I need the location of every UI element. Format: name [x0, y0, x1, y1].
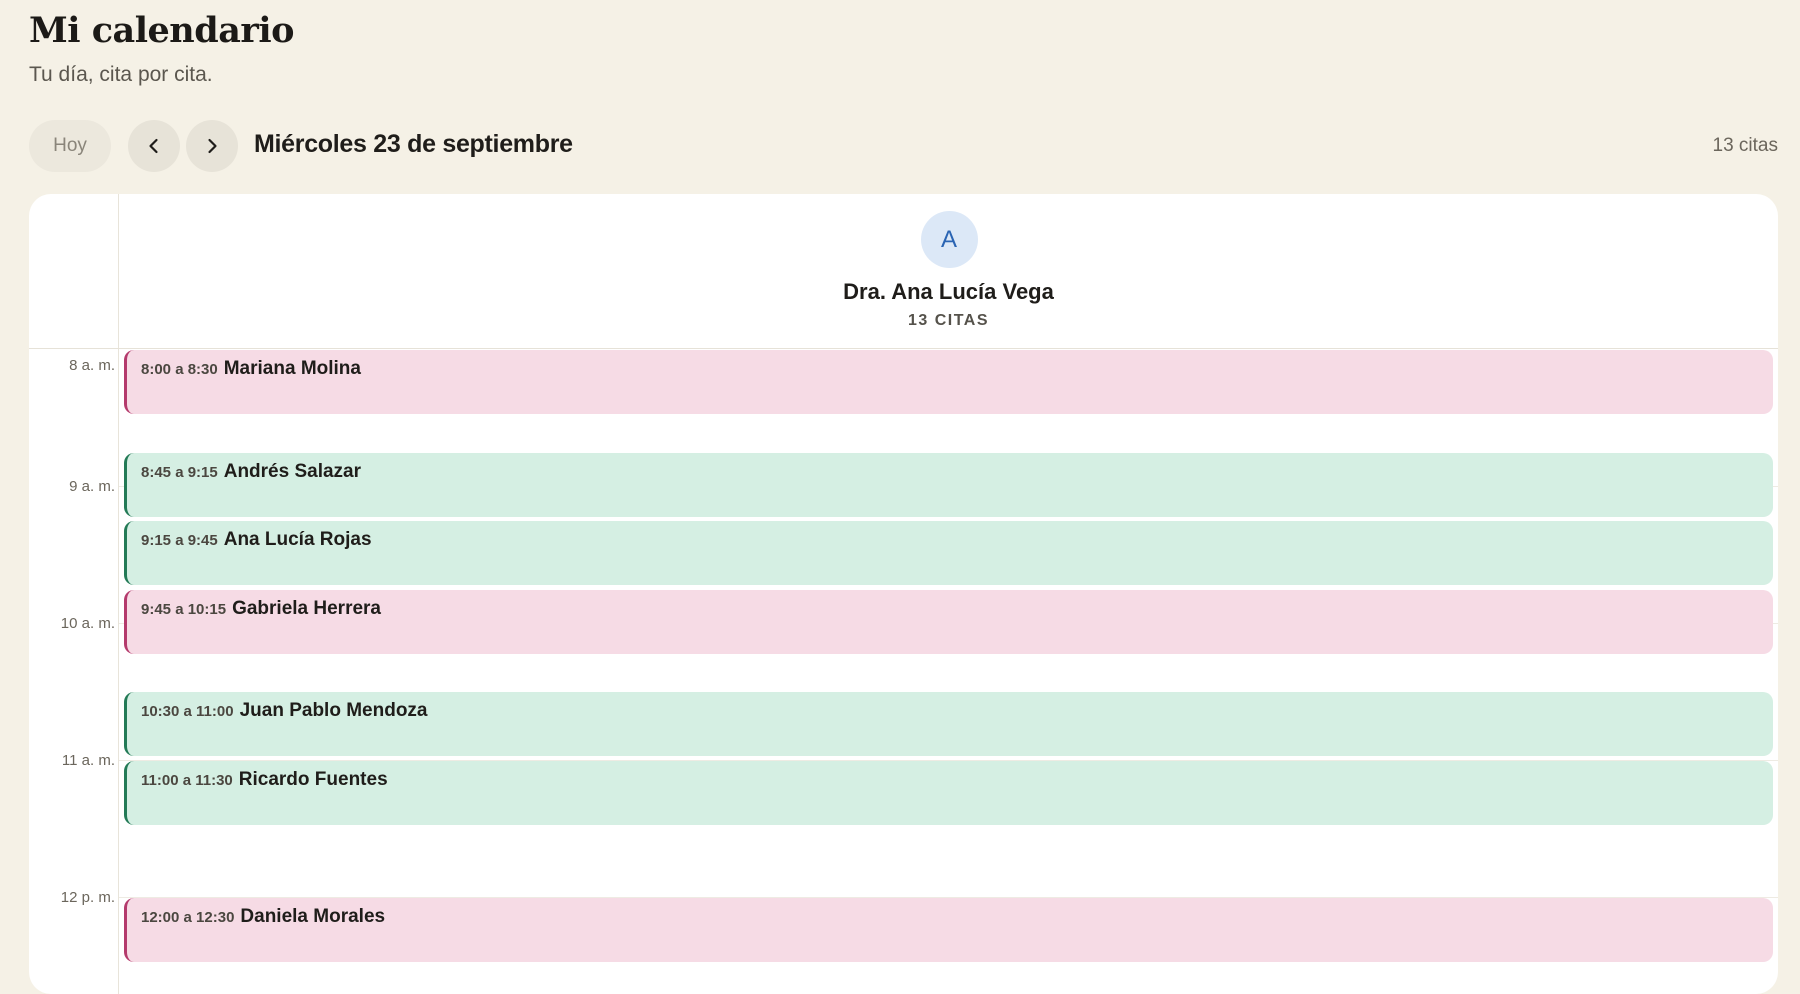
patient-name: Ricardo Fuentes: [238, 769, 388, 790]
appointment-card[interactable]: 12:00 a 12:30 Daniela Morales: [124, 898, 1773, 962]
appointment-time: 11:00 a 11:30: [141, 772, 233, 789]
hour-label: 11 a. m.: [61, 752, 115, 769]
previous-day-button[interactable]: [128, 120, 180, 172]
appointment-time: 8:45 a 9:15: [141, 464, 218, 481]
patient-name: Mariana Molina: [223, 358, 361, 379]
doctor-name: Dra. Ana Lucía Vega: [843, 279, 1054, 304]
today-button[interactable]: Hoy: [29, 120, 111, 172]
patient-name: Andrés Salazar: [223, 461, 362, 482]
appointment-count: 13 citas: [1712, 135, 1778, 156]
hour-label: 9 a. m.: [69, 478, 115, 495]
doctor-appointment-count: 13 CITAS: [907, 312, 990, 329]
appointment-card[interactable]: 8:45 a 9:15 Andrés Salazar: [124, 453, 1773, 517]
patient-name: Juan Pablo Mendoza: [239, 700, 428, 721]
chevron-right-icon: [208, 138, 217, 154]
patient-name: Gabriela Herrera: [232, 598, 381, 619]
appointment-card[interactable]: 11:00 a 11:30 Ricardo Fuentes: [124, 761, 1773, 825]
hour-label: 12 p. m.: [60, 889, 115, 906]
appointment-time: 9:45 a 10:15: [141, 601, 227, 618]
appointment-card[interactable]: 8:00 a 8:30 Mariana Molina: [124, 350, 1773, 414]
appointment-time: 8:00 a 8:30: [141, 361, 218, 378]
appointment-card[interactable]: 9:15 a 9:45 Ana Lucía Rojas: [124, 521, 1773, 585]
appointment-time: 12:00 a 12:30: [141, 909, 235, 926]
hour-label: 10 a. m.: [60, 615, 115, 632]
next-day-button[interactable]: [186, 120, 238, 172]
calendar-toolbar: Hoy Miércoles 23 de septiembre 13 citas: [29, 120, 1778, 172]
page-subtitle: Tu día, cita por cita.: [29, 63, 213, 86]
doctor-column-header: A Dra. Ana Lucía Vega 13 CITAS: [119, 194, 1778, 348]
hour-label: 8 a. m.: [69, 357, 115, 374]
appointment-card[interactable]: 9:45 a 10:15 Gabriela Herrera: [124, 590, 1773, 654]
header-divider: [29, 348, 1778, 349]
chevron-left-icon: [149, 138, 158, 154]
patient-name: Ana Lucía Rojas: [223, 529, 372, 550]
day-calendar: A Dra. Ana Lucía Vega 13 CITAS 8 a. m. 9…: [29, 194, 1778, 994]
current-date-label: Miércoles 23 de septiembre: [254, 130, 573, 158]
appointment-time: 10:30 a 11:00: [141, 703, 234, 720]
appointment-time: 9:15 a 9:45: [141, 532, 218, 549]
avatar: A: [920, 211, 978, 268]
page-title: Mi calendario: [29, 10, 294, 51]
patient-name: Daniela Morales: [240, 906, 386, 927]
appointment-card[interactable]: 10:30 a 11:00 Juan Pablo Mendoza: [124, 692, 1773, 756]
